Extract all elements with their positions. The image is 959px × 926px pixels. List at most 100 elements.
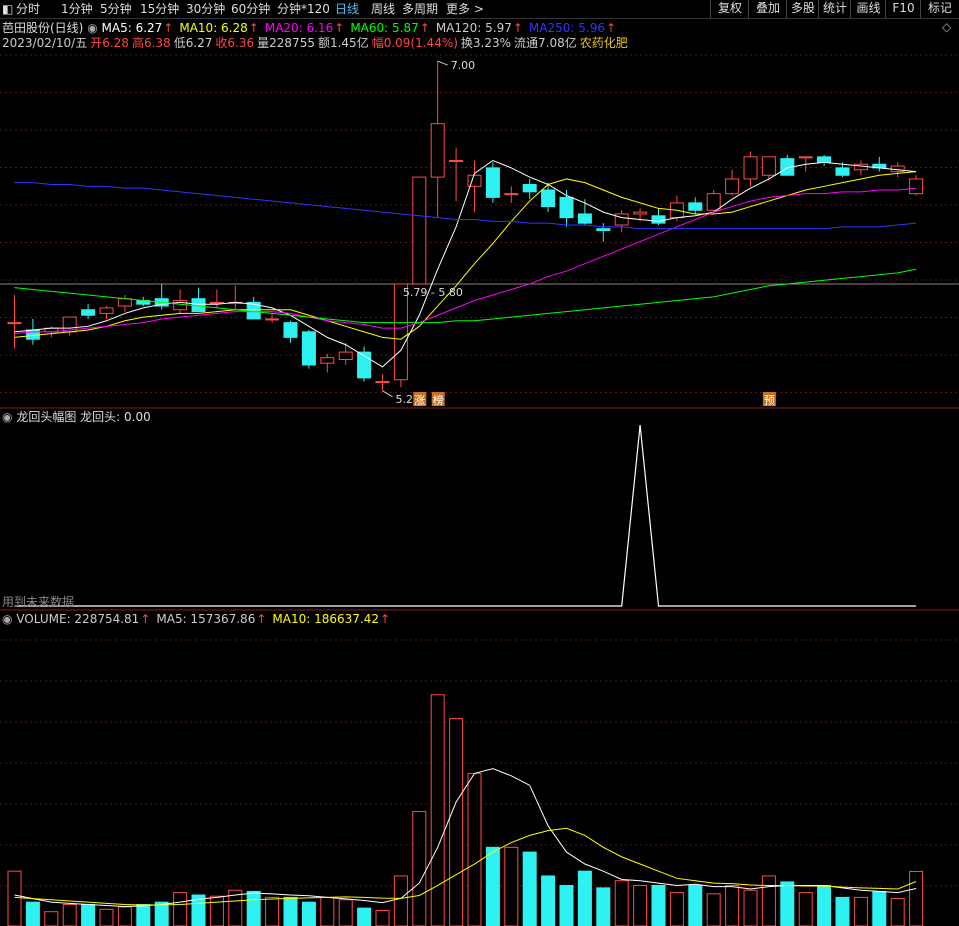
candle-up xyxy=(449,160,464,163)
quote-line: 2023/02/10/五 开6.28 高6.38 低6.27 收6.36 量228755 额… xyxy=(2,36,631,50)
menu-icon[interactable]: ◧ xyxy=(2,1,13,17)
candle-up xyxy=(338,351,353,360)
multi-stock-button[interactable]: 多股 xyxy=(786,0,819,18)
overlay-button[interactable]: 叠加 xyxy=(748,0,787,18)
volume-bar xyxy=(467,772,482,926)
period-tab[interactable]: 1分钟 xyxy=(61,1,93,17)
candle-up xyxy=(265,318,280,321)
indicator-line xyxy=(14,424,917,607)
arrow-up-icon: ↑ xyxy=(512,21,523,35)
indicator-layer xyxy=(14,424,917,607)
candle-up xyxy=(375,381,390,384)
indicator-value: 龙回头: 0.00 xyxy=(80,410,151,424)
arrow-up-icon: ↑ xyxy=(605,21,617,35)
tag-zhang: 涨 xyxy=(414,394,425,407)
volume-bar xyxy=(320,896,335,926)
volume-bar xyxy=(154,901,169,926)
collapse-icon[interactable]: ◉ xyxy=(87,21,97,35)
volume-bar xyxy=(357,907,372,926)
volume-legend-item: MA5: 157367.86 xyxy=(156,612,256,626)
indicator-header: ◉ 龙回头幅图 龙回头: 0.00 xyxy=(2,410,151,424)
ma-legend-item: MA10: 6.28 xyxy=(179,21,248,35)
f10-button[interactable]: F10 xyxy=(885,0,921,18)
candle-up xyxy=(412,176,427,285)
period-tab[interactable]: 60分钟 xyxy=(231,1,270,17)
candle-down xyxy=(283,322,298,338)
candle-down xyxy=(301,331,316,366)
volume-bar xyxy=(853,896,868,926)
ma-legend-item: MA250: 5.96 xyxy=(528,21,605,35)
quote-field: 额1.45亿 xyxy=(317,36,369,50)
collapse-icon[interactable]: ◉ xyxy=(2,410,12,424)
volume-bar xyxy=(173,892,188,926)
volume-bar xyxy=(725,884,740,926)
volume-bar xyxy=(706,893,721,926)
volume-bar xyxy=(504,846,519,926)
kline-chart[interactable]: 7.005.215.79 - 5.80涨榜预 xyxy=(0,0,959,926)
price-header: 芭田股份(日线) ◉ MA5: 6.27↑ MA10: 6.28↑ MA20: 6.… xyxy=(2,21,622,35)
period-tab[interactable]: 5分钟 xyxy=(100,1,132,17)
candle-up xyxy=(633,211,648,215)
diamond-icon[interactable]: ◇ xyxy=(942,20,951,34)
candle-down xyxy=(522,183,537,193)
candle-down xyxy=(541,189,556,208)
volume-bar xyxy=(136,904,151,926)
arrow-up-icon: ↑ xyxy=(419,21,430,35)
ma-legend-item: MA20: 6.16 xyxy=(264,21,334,35)
future-data-note: 用到未来数据 xyxy=(2,595,75,609)
quote-field: 量228755 xyxy=(257,36,315,50)
volume-bar xyxy=(890,898,905,926)
candle-up xyxy=(430,123,445,178)
volume-bar xyxy=(872,890,887,926)
more-menu[interactable]: 更多 > xyxy=(446,1,484,17)
arrow-up-icon: ↑ xyxy=(334,21,345,35)
collapse-icon[interactable]: ◉ xyxy=(2,612,12,626)
volume-bar xyxy=(393,875,408,926)
volume-bar xyxy=(485,846,500,926)
volume-bar xyxy=(430,694,445,926)
volume-legend-item: MA10: 186637.42 xyxy=(272,612,379,626)
grid-lines xyxy=(0,17,959,887)
volume-bar xyxy=(761,875,776,926)
volume-header: ◉ VOLUME: 228754.81↑ MA5: 157367.86↑ MA10:… xyxy=(2,612,396,626)
candle-up xyxy=(209,301,224,304)
quote-field: 低6.27 xyxy=(173,36,213,50)
volume-bar xyxy=(99,908,114,926)
candle-up xyxy=(743,156,758,180)
fuquan-button[interactable]: 复权 xyxy=(710,0,749,18)
range-label: 5.79 - 5.80 xyxy=(403,286,463,299)
high-label: 7.00 xyxy=(451,59,476,72)
period-tab[interactable]: 30分钟 xyxy=(186,1,225,17)
period-tab[interactable]: 15分钟 xyxy=(140,1,179,17)
period-tab[interactable]: 多周期 xyxy=(402,1,438,17)
candle-up xyxy=(909,178,924,195)
volume-bar xyxy=(283,896,298,926)
volume-bar xyxy=(633,884,648,926)
period-tab[interactable]: 分时 xyxy=(16,1,40,17)
volume-legend: VOLUME: 228754.81↑ MA5: 157367.86↑ MA10: 1… xyxy=(16,612,396,626)
period-tab[interactable]: 分钟*120 xyxy=(277,1,330,17)
high-pointer xyxy=(437,60,448,66)
ma-line xyxy=(14,187,917,335)
tag-bang: 榜 xyxy=(433,393,444,407)
mark-button[interactable]: 标记 xyxy=(920,0,959,18)
ma-lines-layer xyxy=(14,159,917,368)
arrow-up-icon: ↑ xyxy=(163,21,174,35)
stock-title: 芭田股份(日线) xyxy=(2,21,84,35)
candle-up xyxy=(504,193,519,196)
stats-button[interactable]: 统计 xyxy=(818,0,851,18)
candle-up xyxy=(725,178,740,195)
arrow-up-icon: ↑ xyxy=(140,612,151,626)
ma-line xyxy=(14,171,917,340)
arrow-up-icon: ↑ xyxy=(256,612,267,626)
period-tab[interactable]: 周线 xyxy=(371,1,395,17)
volume-bar xyxy=(62,904,77,926)
volume-bar xyxy=(780,881,795,926)
draw-button[interactable]: 画线 xyxy=(850,0,886,18)
volume-bar xyxy=(669,892,684,926)
volume-bar xyxy=(559,884,574,926)
indicator-title: 龙回头幅图 xyxy=(16,410,77,424)
period-tab-active[interactable]: 日线 xyxy=(335,1,359,17)
volume-bar xyxy=(412,811,427,926)
volume-bar xyxy=(265,896,280,926)
